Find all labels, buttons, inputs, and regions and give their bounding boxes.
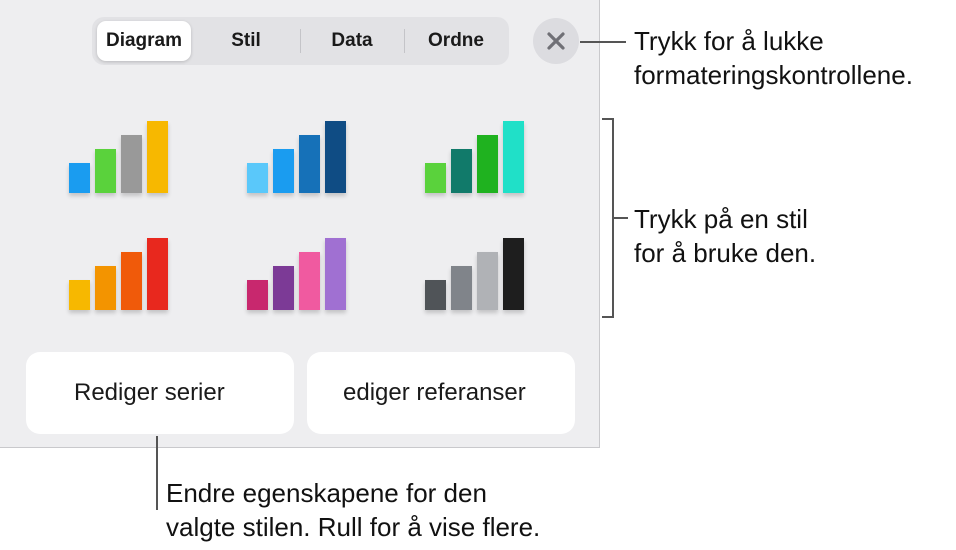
chart-style-swatch[interactable] — [425, 121, 524, 193]
style-callout-line1: Trykk på en stil — [634, 204, 808, 234]
chart-style-bar — [299, 135, 320, 193]
chart-style-swatch[interactable] — [247, 238, 346, 310]
edit-references-button[interactable]: ediger referanser — [307, 352, 575, 434]
chart-style-bar — [325, 238, 346, 310]
chart-style-bar — [69, 163, 90, 193]
tab-divider — [404, 29, 405, 53]
chart-style-bar — [425, 280, 446, 310]
chart-style-bar — [247, 280, 268, 310]
chart-style-bar — [273, 149, 294, 193]
chart-style-bar — [121, 135, 142, 193]
close-callout-line2: formateringskontrollene. — [634, 60, 913, 90]
chart-style-bar — [451, 266, 472, 310]
edit-series-label: Rediger serier — [74, 379, 225, 406]
buttons-callout-line1: Endre egenskapene for den — [166, 478, 487, 508]
chart-style-swatch[interactable] — [69, 238, 168, 310]
tab-ordne[interactable]: Ordne — [408, 21, 504, 61]
chart-style-bar — [325, 121, 346, 193]
chart-style-bar — [451, 149, 472, 193]
chart-style-bar — [95, 149, 116, 193]
chart-style-bar — [69, 280, 90, 310]
styles-bracket-pointer — [614, 217, 628, 219]
chart-style-bar — [95, 266, 116, 310]
chart-style-bar — [121, 252, 142, 310]
edit-series-button[interactable]: Rediger serier — [26, 352, 294, 434]
chart-style-bar — [477, 252, 498, 310]
chart-style-bar — [503, 238, 524, 310]
tab-stil[interactable]: Stil — [199, 21, 293, 61]
chart-style-bar — [477, 135, 498, 193]
chart-style-bar — [299, 252, 320, 310]
close-callout-line — [580, 41, 626, 43]
chart-style-swatch[interactable] — [247, 121, 346, 193]
style-callout-line2: for å bruke den. — [634, 238, 817, 268]
tab-data[interactable]: Data — [304, 21, 400, 61]
chart-style-bar — [247, 163, 268, 193]
chart-format-panel: Diagram Stil Data Ordne Rediger serier e… — [0, 0, 600, 448]
chart-style-swatch[interactable] — [69, 121, 168, 193]
chart-style-swatch[interactable] — [425, 238, 524, 310]
segmented-control: Diagram Stil Data Ordne — [92, 17, 509, 65]
chart-style-bar — [147, 238, 168, 310]
styles-bracket-bottom — [602, 316, 614, 318]
chart-style-bar — [425, 163, 446, 193]
close-callout-line1: Trykk for å lukke — [634, 26, 824, 56]
close-button[interactable] — [533, 18, 579, 64]
tab-diagram[interactable]: Diagram — [97, 21, 191, 61]
edit-references-label: ediger referanser — [343, 379, 526, 406]
buttons-callout-line — [156, 436, 158, 510]
close-icon — [547, 32, 565, 50]
chart-style-bar — [147, 121, 168, 193]
buttons-callout-line2: valgte stilen. Rull for å vise flere. — [166, 512, 541, 542]
chart-style-bar — [503, 121, 524, 193]
tab-divider — [300, 29, 301, 53]
chart-style-bar — [273, 266, 294, 310]
